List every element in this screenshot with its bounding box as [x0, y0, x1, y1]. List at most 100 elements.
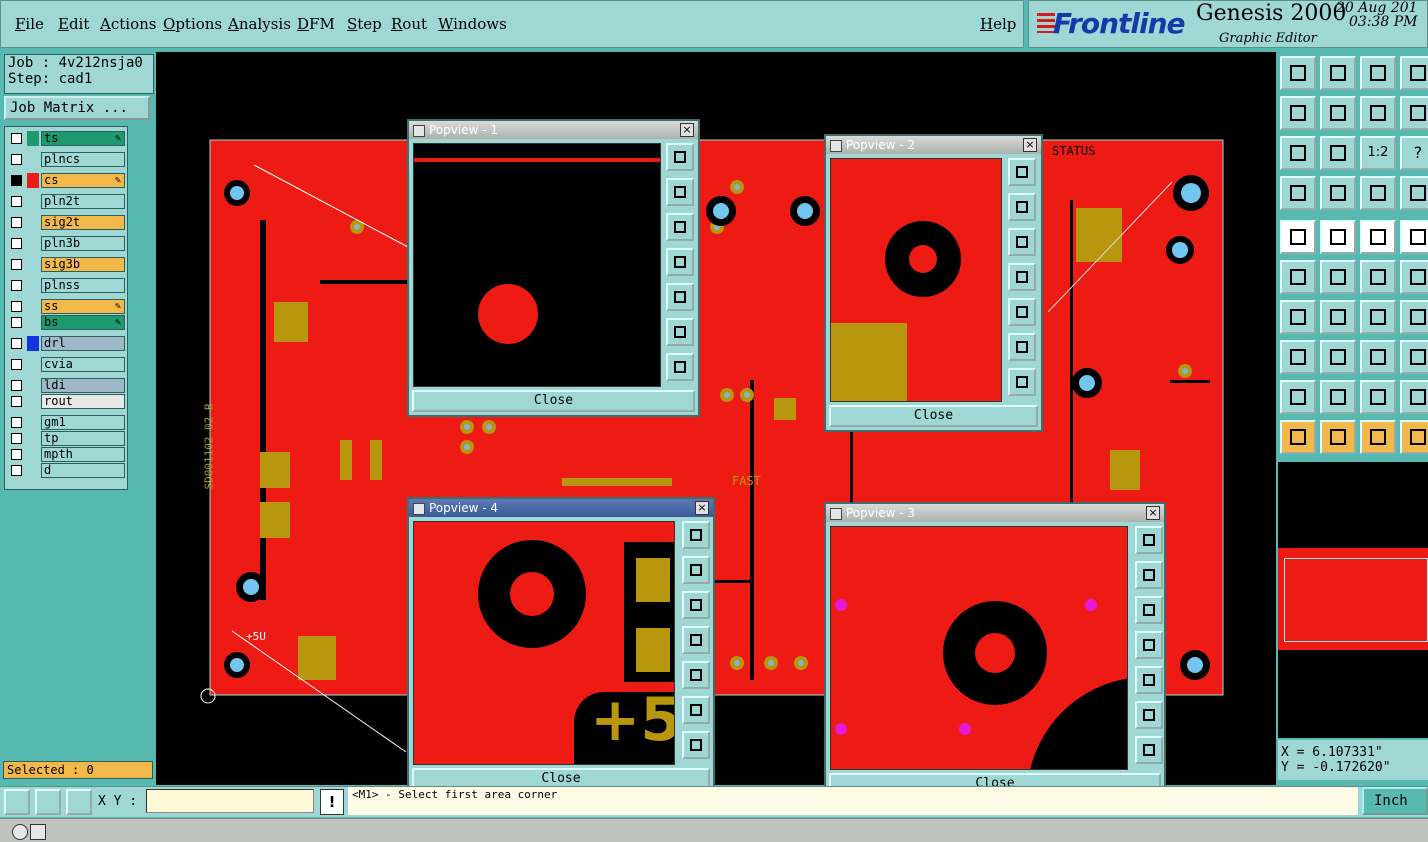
grid-icon[interactable]	[1320, 176, 1356, 210]
layer-row-ss[interactable]: ss ✎	[7, 299, 125, 314]
grid-snap-icon[interactable]	[66, 789, 92, 815]
layer-checkbox[interactable]	[11, 175, 22, 186]
zoom-in-icon[interactable]	[1320, 56, 1356, 90]
layer-row-plnss[interactable]: plnss	[7, 278, 125, 293]
zoom-home-icon[interactable]	[666, 143, 694, 171]
close-icon[interactable]: ×	[1146, 506, 1160, 520]
connect-icon[interactable]	[1280, 260, 1316, 294]
layer-row-tp[interactable]: tp	[7, 431, 125, 446]
measure-icon[interactable]	[1280, 176, 1316, 210]
zoom-in-icon[interactable]	[682, 696, 710, 724]
home-icon[interactable]	[1360, 56, 1396, 90]
node-icon[interactable]	[1400, 260, 1428, 294]
popview-4-view[interactable]: +5	[413, 521, 675, 765]
pan-down-icon[interactable]	[1008, 228, 1036, 256]
menu-analysis[interactable]: Analysis	[228, 15, 291, 33]
menu-edit[interactable]: Edit	[58, 15, 89, 33]
menu-options[interactable]: Options	[163, 15, 222, 33]
layer-checkbox[interactable]	[11, 154, 22, 165]
layer-checkbox[interactable]	[11, 133, 22, 144]
layer-row-drl[interactable]: drl	[7, 336, 125, 351]
layer-name[interactable]: sig2t	[41, 215, 125, 230]
draw-icon[interactable]	[1320, 300, 1356, 334]
select-pad-icon[interactable]	[1280, 340, 1316, 374]
layer-name[interactable]: rout	[41, 394, 125, 409]
pan-left-icon[interactable]	[682, 626, 710, 654]
zoom-out-icon[interactable]	[682, 731, 710, 759]
zoom-home-icon[interactable]	[682, 521, 710, 549]
layer-row-sig2t[interactable]: sig2t	[7, 215, 125, 230]
popview-2-close-button[interactable]: Close	[829, 405, 1038, 427]
angle-icon[interactable]	[1280, 300, 1316, 334]
layer-checkbox[interactable]	[11, 196, 22, 207]
layer-row-ldi[interactable]: ldi	[7, 378, 125, 393]
xy-input[interactable]	[146, 789, 314, 813]
layer-name[interactable]: gm1	[41, 415, 125, 430]
layer-checkbox[interactable]	[11, 259, 22, 270]
pan-down-icon[interactable]	[1135, 596, 1163, 624]
pan-up-icon[interactable]	[666, 178, 694, 206]
layer-row-mpth[interactable]: mpth	[7, 447, 125, 462]
menu-step[interactable]: Step	[347, 15, 382, 33]
close-icon[interactable]: ×	[695, 501, 709, 515]
layer-checkbox[interactable]	[11, 317, 22, 328]
layer-name[interactable]: tp	[41, 431, 125, 446]
layer-name[interactable]: pln3b	[41, 236, 125, 251]
menu-rout[interactable]: Rout	[391, 15, 427, 33]
layer-name[interactable]: pln2t	[41, 194, 125, 209]
zoom-out-icon[interactable]	[1135, 736, 1163, 764]
close-icon[interactable]: ×	[680, 123, 694, 137]
popview-1-close-button[interactable]: Close	[412, 390, 695, 412]
layer-checkbox[interactable]	[11, 217, 22, 228]
pan-left-icon[interactable]	[1280, 96, 1316, 130]
popview-3-titlebar[interactable]: Popview - 3 ×	[826, 504, 1164, 522]
zoom-in-icon[interactable]	[1135, 701, 1163, 729]
layer-name[interactable]: ldi	[41, 378, 125, 393]
close-icon[interactable]	[12, 824, 28, 840]
zoom-in-icon[interactable]	[666, 318, 694, 346]
fit-icon[interactable]	[1280, 136, 1316, 170]
layer-name[interactable]: drl	[41, 336, 125, 351]
layer-name[interactable]: mpth	[41, 447, 125, 462]
menu-dfm[interactable]: DFM	[297, 15, 335, 33]
ruler-icon[interactable]	[1360, 220, 1396, 254]
layer-name[interactable]: ss ✎	[41, 299, 125, 314]
layer-checkbox[interactable]	[11, 359, 22, 370]
move-icon[interactable]	[1320, 136, 1356, 170]
pan-left-icon[interactable]	[666, 248, 694, 276]
menu-actions[interactable]: Actions	[100, 15, 156, 33]
popview-1-titlebar[interactable]: Popview - 1 ×	[409, 121, 698, 139]
layer-checkbox[interactable]	[11, 380, 22, 391]
menu-file[interactable]: File	[15, 15, 44, 33]
select-box-icon[interactable]	[1320, 420, 1356, 454]
arc-icon[interactable]	[1360, 300, 1396, 334]
surface-icon[interactable]	[1360, 380, 1396, 414]
zoom-home-icon[interactable]	[1135, 526, 1163, 554]
layer-name[interactable]: sig3b	[41, 257, 125, 272]
net-icon[interactable]	[1360, 176, 1396, 210]
layer-checkbox[interactable]	[11, 301, 22, 312]
angle-mode-icon[interactable]	[35, 789, 61, 815]
layer-name[interactable]: d	[41, 463, 125, 478]
pan-up-icon[interactable]	[1008, 193, 1036, 221]
layer-checkbox[interactable]	[11, 238, 22, 249]
layer-checkbox[interactable]	[11, 338, 22, 349]
zoom-home-icon[interactable]	[1280, 56, 1316, 90]
add-pad-icon[interactable]	[1280, 220, 1316, 254]
layer-row-bs[interactable]: bs ✎	[7, 315, 125, 330]
layer-checkbox[interactable]	[11, 396, 22, 407]
layer-row-pln3b[interactable]: pln3b	[7, 236, 125, 251]
pan-down-icon[interactable]	[682, 591, 710, 619]
pan-left-icon[interactable]	[1008, 263, 1036, 291]
layer-name[interactable]: cvia	[41, 357, 125, 372]
layer-row-ts[interactable]: ts ✎	[7, 131, 125, 146]
popview-1-view[interactable]	[413, 143, 661, 387]
layer-row-rout[interactable]: rout	[7, 394, 125, 409]
pan-right-icon[interactable]	[1135, 666, 1163, 694]
pan-right-icon[interactable]	[682, 661, 710, 689]
layer-row-sig3b[interactable]: sig3b	[7, 257, 125, 272]
stretch-icon[interactable]	[1360, 340, 1396, 374]
layer-name[interactable]: plnss	[41, 278, 125, 293]
layer-checkbox[interactable]	[11, 465, 22, 476]
layer-checkbox[interactable]	[11, 417, 22, 428]
